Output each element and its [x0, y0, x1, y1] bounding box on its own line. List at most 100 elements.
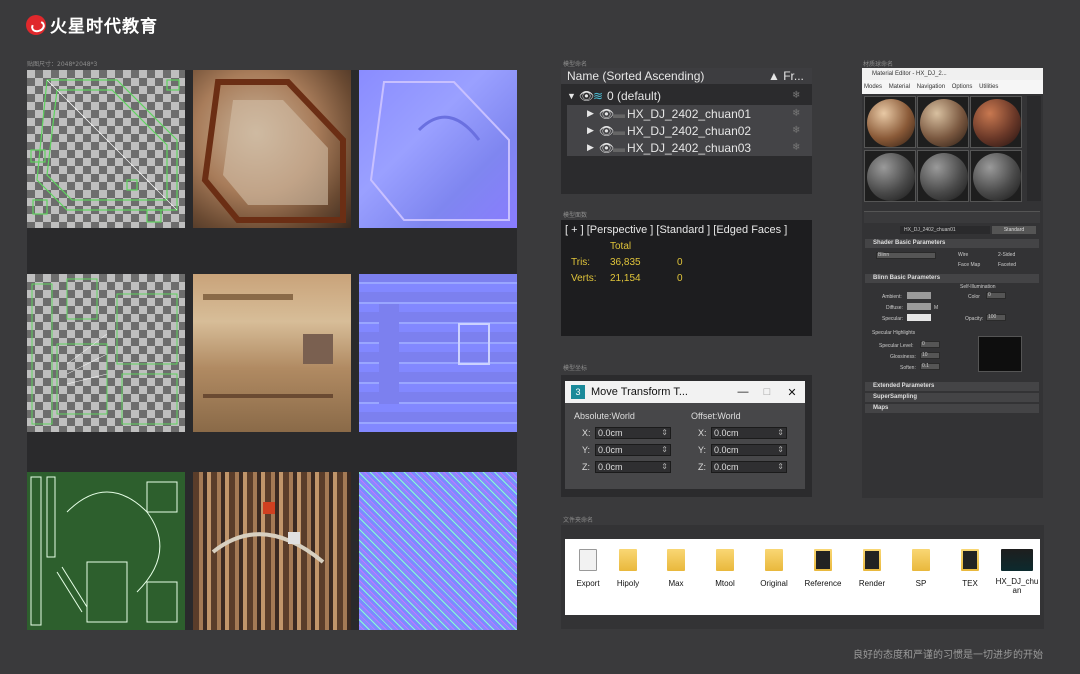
material-type-button[interactable]: Standard — [992, 226, 1036, 234]
scene-explorer-header[interactable]: Name (Sorted Ascending) ▲ Fr... — [561, 68, 812, 84]
off-x-label: X: — [698, 428, 707, 438]
object-row-1[interactable]: ▶ 👁 ▬ HX_DJ_2402_chuan01 ❄ — [567, 105, 812, 122]
stats-total-header: Total — [610, 241, 632, 252]
material-toolbar[interactable] — [864, 211, 1040, 223]
menu-navigation[interactable]: Navigation — [917, 84, 945, 90]
folder-icon — [765, 549, 783, 571]
layer-default[interactable]: ▼ 👁 ≋ 0 (default) ❄ — [567, 87, 812, 104]
rollout-maps[interactable]: Maps — [865, 404, 1039, 413]
folder-icon — [814, 549, 832, 571]
diffuse-swatch[interactable] — [907, 303, 931, 310]
label-files: 文件夹命名 — [563, 517, 594, 524]
spec-level-label: Specular Level: — [879, 343, 914, 349]
off-z-spinner[interactable]: 0.0cm — [711, 461, 787, 473]
folder-render[interactable]: Render — [849, 549, 895, 588]
material-slot[interactable] — [970, 96, 1022, 148]
material-name-field[interactable]: HX_DJ_2402_chuan01 — [900, 226, 990, 234]
wire-checkbox[interactable]: Wire — [958, 252, 968, 258]
object-row-3[interactable]: ▶ 👁 ▬ HX_DJ_2402_chuan03 ❄ — [567, 139, 812, 156]
diffuse-map-button[interactable]: M — [934, 305, 938, 311]
layer-name: 0 (default) — [607, 88, 662, 103]
tris-selected: 0 — [677, 257, 683, 268]
opacity-value[interactable]: 100 — [986, 314, 1006, 321]
expand-down-icon[interactable]: ▼ — [567, 91, 579, 101]
minimize-button[interactable]: — — [731, 386, 755, 398]
material-slot[interactable] — [970, 150, 1022, 202]
off-y-label: Y: — [698, 445, 707, 455]
rollout-shader-basic[interactable]: Shader Basic Parameters — [865, 239, 1039, 248]
object-row-2[interactable]: ▶ 👁 ▬ HX_DJ_2402_chuan02 ❄ — [567, 122, 812, 139]
material-slot[interactable] — [917, 150, 969, 202]
folder-mtool[interactable]: Mtool — [702, 549, 748, 588]
normal-map-texture — [359, 472, 517, 630]
material-editor-titlebar[interactable]: Material Editor - HX_DJ_2... — [862, 68, 1043, 80]
abs-y-label: Y: — [582, 445, 591, 455]
folder-max[interactable]: Max — [653, 549, 699, 588]
material-slot[interactable] — [917, 96, 969, 148]
face-map-checkbox[interactable]: Face Map — [958, 262, 980, 268]
abs-z-label: Z: — [582, 462, 590, 472]
label-stats: 模型面数 — [563, 212, 588, 219]
menu-options[interactable]: Options — [952, 84, 973, 90]
abs-y-spinner[interactable]: 0.0cm — [595, 444, 671, 456]
folder-sp[interactable]: SP — [898, 549, 944, 588]
specular-swatch[interactable] — [907, 314, 931, 321]
folder-original[interactable]: Original — [751, 549, 797, 588]
material-slot[interactable] — [864, 150, 916, 202]
abs-z-spinner[interactable]: 0.0cm — [595, 461, 671, 473]
off-x-spinner[interactable]: 0.0cm — [711, 427, 787, 439]
self-illum-value[interactable]: 0 — [986, 292, 1006, 299]
object-icon: ▬ — [613, 140, 625, 155]
freeze-icon[interactable]: ❄ — [792, 142, 812, 153]
freeze-icon[interactable]: ❄ — [792, 108, 812, 119]
menu-modes[interactable]: Modes — [864, 84, 882, 90]
close-button[interactable]: ✕ — [779, 386, 805, 399]
expand-right-icon[interactable]: ▶ — [567, 125, 599, 136]
sort-column-label[interactable]: Name (Sorted Ascending) — [567, 69, 768, 83]
eye-icon[interactable]: 👁 — [599, 107, 614, 121]
rollout-extended[interactable]: Extended Parameters — [865, 382, 1039, 391]
object-name: HX_DJ_2402_chuan01 — [627, 106, 752, 121]
albedo-texture — [193, 70, 351, 228]
faceted-checkbox[interactable]: Faceted — [998, 262, 1016, 268]
folder-tex[interactable]: TEX — [947, 549, 993, 588]
material-editor-menubar: Modes Material Navigation Options Utilit… — [862, 80, 1043, 94]
label-transform: 模型坐标 — [563, 365, 588, 372]
spec-level-value[interactable]: 0 — [920, 341, 940, 348]
material-slot[interactable] — [864, 96, 916, 148]
folder-icon — [579, 549, 597, 571]
specular-label: Specular: — [882, 316, 904, 322]
ambient-swatch[interactable] — [907, 292, 931, 299]
rollout-blinn-basic[interactable]: Blinn Basic Parameters — [865, 274, 1039, 283]
max-file[interactable]: HX_DJ_chuan — [994, 549, 1040, 595]
expand-right-icon[interactable]: ▶ — [567, 142, 599, 153]
freeze-icon[interactable]: ❄ — [792, 90, 812, 101]
menu-utilities[interactable]: Utilities — [979, 84, 998, 90]
folder-reference[interactable]: Reference — [800, 549, 846, 588]
tris-label: Tris: — [571, 257, 591, 268]
rollout-supersampling[interactable]: SuperSampling — [865, 393, 1039, 402]
two-sided-checkbox[interactable]: 2-Sided — [998, 252, 1015, 258]
freeze-icon[interactable]: ❄ — [792, 125, 812, 136]
maximize-button[interactable]: □ — [755, 386, 779, 398]
color-checkbox[interactable]: Color — [968, 294, 980, 300]
spec-highlights-label: Specular Highlights — [872, 330, 916, 336]
freeze-column-label[interactable]: ▲ Fr... — [768, 69, 812, 83]
soften-value[interactable]: 0.1 — [920, 363, 940, 370]
abs-x-spinner[interactable]: 0.0cm — [595, 427, 671, 439]
eye-icon[interactable]: 👁 — [599, 124, 614, 138]
off-y-spinner[interactable]: 0.0cm — [711, 444, 787, 456]
albedo-texture — [193, 472, 351, 630]
folder-hipoly[interactable]: Hipoly — [605, 549, 651, 588]
side-toolbar[interactable] — [1027, 96, 1041, 201]
shader-dropdown[interactable]: Blinn — [876, 252, 936, 259]
uv-layout-texture — [27, 70, 185, 228]
material-editor: Material Editor - HX_DJ_2... Modes Mater… — [862, 68, 1043, 498]
viewport-label[interactable]: [ + ] [Perspective ] [Standard ] [Edged … — [565, 224, 787, 236]
dialog-titlebar[interactable]: 3 Move Transform T... — □ ✕ — [565, 381, 805, 403]
glossiness-value[interactable]: 10 — [920, 352, 940, 359]
eye-icon[interactable]: 👁 — [579, 89, 594, 103]
menu-material[interactable]: Material — [889, 84, 910, 90]
expand-right-icon[interactable]: ▶ — [567, 108, 599, 119]
eye-icon[interactable]: 👁 — [599, 141, 614, 155]
